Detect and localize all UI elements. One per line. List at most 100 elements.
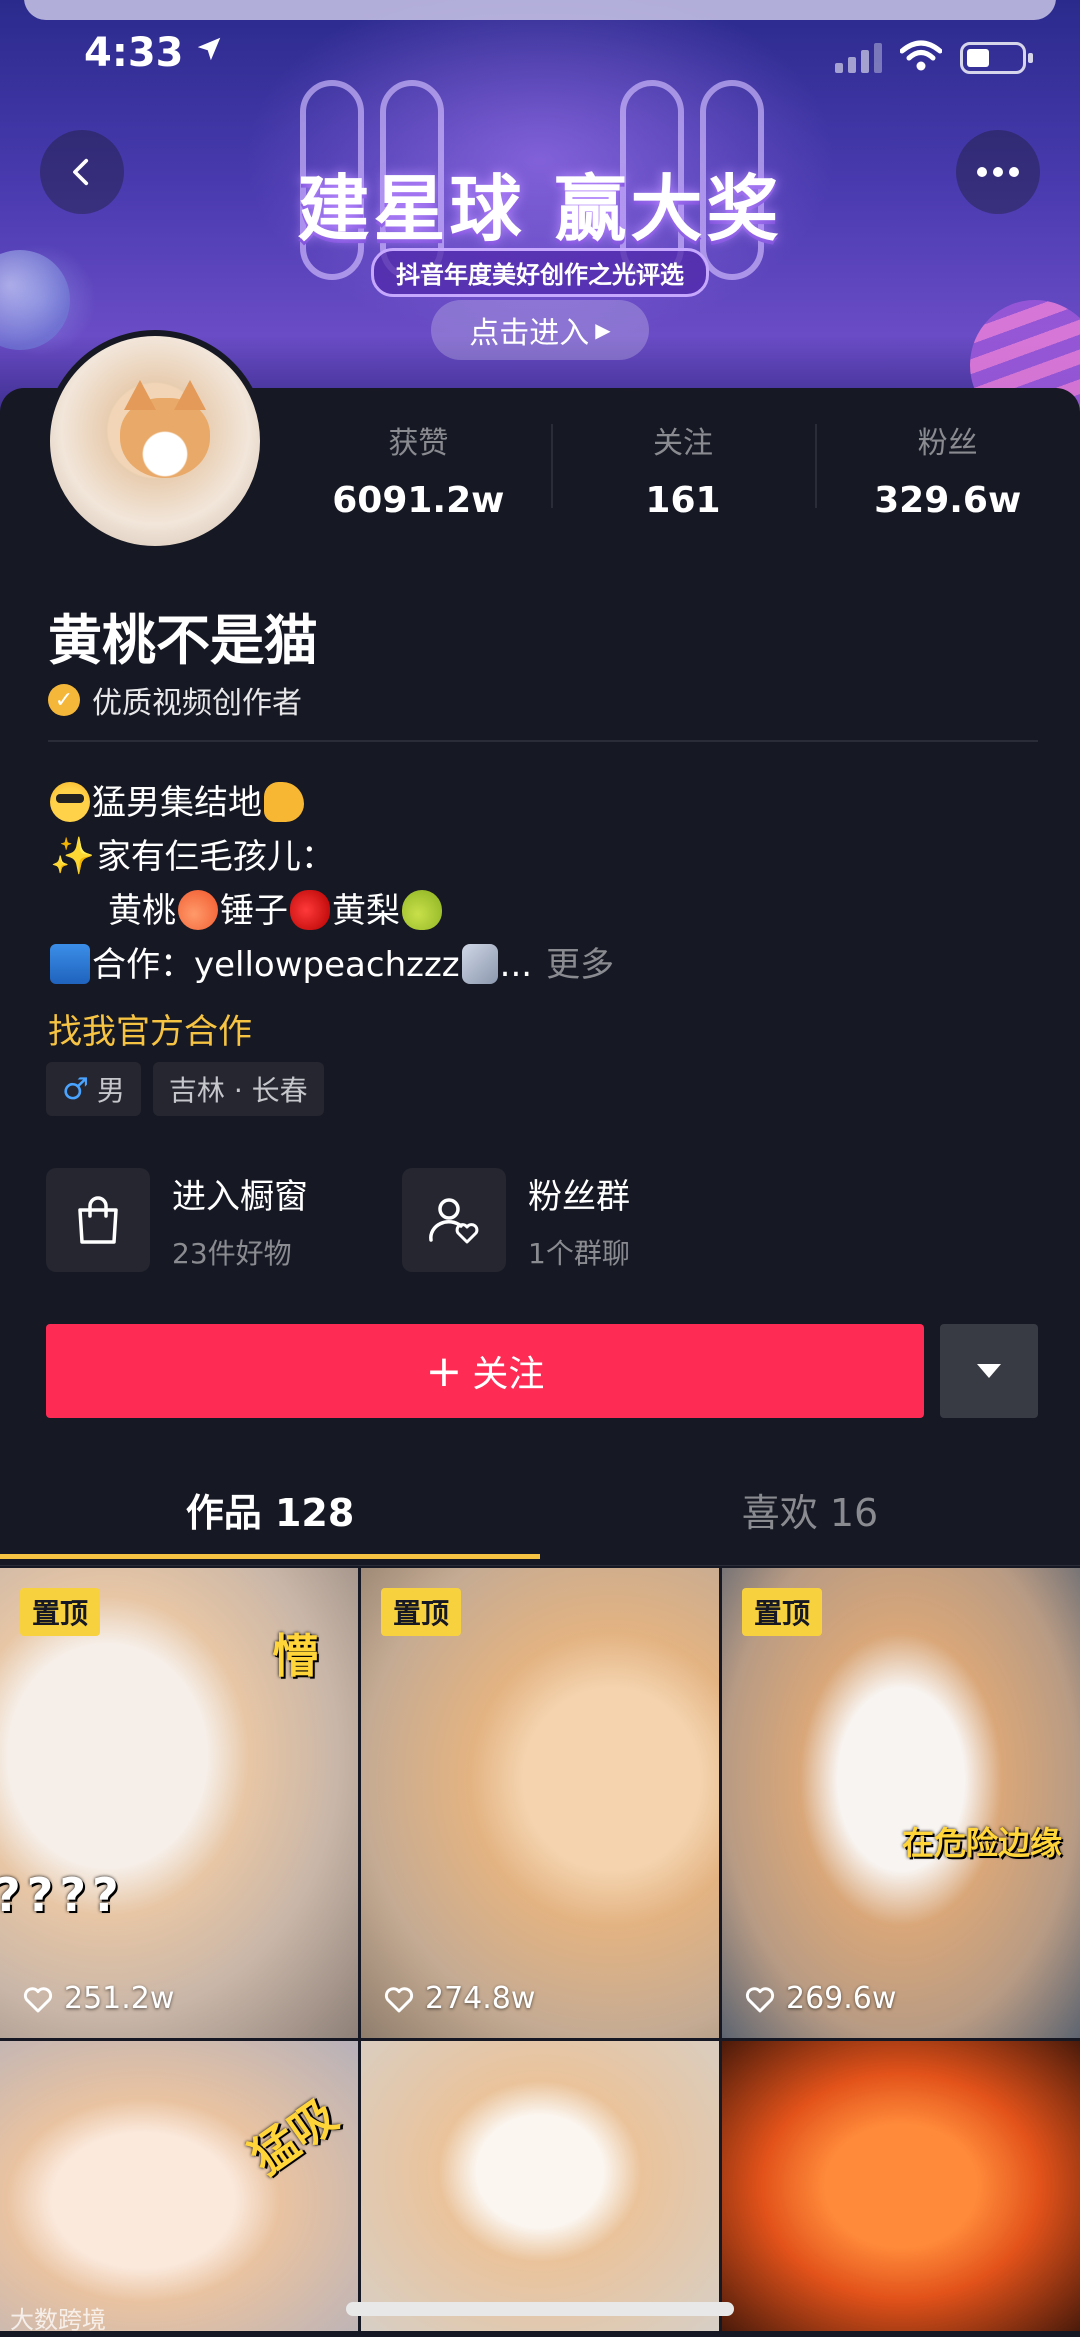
bio-line: 合作：yellowpeachzzz... 更多 [48, 938, 614, 992]
banner-enter-button[interactable]: 点击进入 ▶ [431, 300, 649, 360]
location-arrow-icon [194, 33, 224, 73]
fan-group-card[interactable]: 粉丝群 1个群聊 [402, 1168, 758, 1272]
status-time: 4:33 [84, 30, 224, 76]
stat-label: 粉丝 [917, 426, 978, 461]
follow-label: 关注 [472, 1354, 545, 1395]
stat-following[interactable]: 关注 161 [550, 418, 816, 521]
like-count: 251.2w [22, 1981, 174, 2016]
video-tile[interactable]: 猛吸 [0, 2041, 358, 2331]
bio-text: 猛男集结地 [92, 783, 262, 823]
pinned-badge: 置顶 [742, 1588, 823, 1636]
cat-avatar-image [120, 380, 210, 478]
like-count-value: 269.6w [786, 1981, 897, 2016]
gender-label: 男 [96, 1074, 125, 1107]
back-button[interactable] [40, 130, 124, 214]
video-tile[interactable]: 置顶 在危险边缘 269.6w [722, 1568, 1080, 2038]
video-tile[interactable]: 置顶 懵 ???? 251.2w [0, 1568, 358, 2038]
stat-value: 6091.2w [332, 480, 505, 521]
shop-window-card[interactable]: 进入橱窗 23件好物 [46, 1168, 402, 1272]
more-options-button[interactable] [956, 130, 1040, 214]
bio-ellipsis: ... [499, 945, 533, 985]
video-grid: 置顶 懵 ???? 251.2w 置顶 274.8w 置顶 在危险边缘 269.… [0, 1568, 1080, 2331]
play-arrow-icon: ▶ [595, 318, 611, 342]
pear-emoji-icon [402, 890, 442, 930]
group-heart-icon [402, 1168, 506, 1272]
gender-tag: ♂ 男 [46, 1062, 141, 1116]
bio-line: 猛男集结地 [48, 776, 614, 830]
stat-label: 关注 [653, 426, 713, 461]
card-title: 进入橱窗 [172, 1176, 308, 1217]
triangle-down-icon [977, 1364, 1001, 1378]
stat-followers[interactable]: 粉丝 329.6w [815, 418, 1080, 521]
heart-icon [384, 1986, 414, 2012]
bio-text: 合作：yellowpeachzzz [92, 945, 460, 985]
content-tabs: 作品 128 喜欢 16 [0, 1472, 1080, 1566]
video-tile[interactable] [722, 2041, 1080, 2331]
satellite-emoji-icon [461, 944, 498, 984]
bio-more-link[interactable]: 更多 [546, 945, 614, 985]
avatar[interactable] [44, 330, 266, 552]
peach-emoji-icon [178, 890, 218, 930]
sunglasses-emoji-icon [50, 782, 90, 822]
home-indicator[interactable] [346, 2302, 734, 2316]
video-tile[interactable]: 置顶 274.8w [361, 1568, 719, 2038]
card-subtitle: 1个群聊 [528, 1236, 630, 1270]
battery-icon [960, 42, 1033, 74]
male-icon: ♂ [62, 1071, 89, 1107]
verification-badge[interactable]: ✓ 优质视频创作者 [48, 678, 302, 722]
profile-bio: 猛男集结地 ✨家有仨毛孩儿： 黄桃 锤子 黄梨 合作：yellowpeachzzz.… [48, 776, 614, 992]
location-label: 吉林 · 长春 [168, 1074, 308, 1107]
bio-line: ✨家有仨毛孩儿： [48, 830, 614, 884]
video-caption: ???? [0, 1868, 125, 1922]
profile-stats: 获赞 6091.2w 关注 161 粉丝 329.6w [286, 418, 1080, 521]
like-count: 269.6w [744, 1981, 896, 2016]
like-count-value: 251.2w [64, 1981, 175, 2016]
profile-tags: ♂ 男 吉林 · 长春 [46, 1062, 324, 1116]
banner-title: 建星球 赢大奖 [297, 167, 783, 251]
watermark: 大数跨境 [10, 2306, 106, 2334]
recommend-dropdown-button[interactable] [940, 1324, 1038, 1418]
boxing-glove-emoji-icon [290, 890, 330, 930]
top-strip [24, 0, 1056, 20]
divider [48, 740, 1038, 742]
stat-likes[interactable]: 获赞 6091.2w [286, 418, 551, 521]
card-title: 粉丝群 [528, 1176, 630, 1217]
tab-works[interactable]: 作品 128 [0, 1472, 540, 1565]
card-subtitle: 23件好物 [172, 1236, 292, 1270]
cellular-signal-icon [835, 43, 882, 73]
mailbox-emoji-icon [50, 944, 90, 984]
banner-enter-label: 点击进入 [469, 316, 590, 351]
verification-label: 优质视频创作者 [92, 686, 302, 721]
video-caption: 猛吸 [240, 2087, 347, 2185]
bio-line: 黄桃 锤子 黄梨 [48, 884, 614, 938]
video-caption: 懵 [272, 1629, 318, 1683]
stat-value: 329.6w [874, 480, 1022, 521]
status-icons [835, 40, 1033, 76]
clock: 4:33 [84, 30, 184, 76]
pinned-badge: 置顶 [381, 1588, 462, 1636]
plus-icon: + [425, 1345, 463, 1397]
stat-value: 161 [645, 480, 721, 521]
sparkles-emoji-icon: ✨ [50, 836, 95, 877]
video-caption: 在危险边缘 [902, 1824, 1063, 1862]
follow-button[interactable]: + 关注 [46, 1324, 924, 1418]
shopping-bag-icon [46, 1168, 150, 1272]
check-badge-icon: ✓ [48, 684, 80, 716]
video-tile[interactable] [361, 2041, 719, 2331]
bio-text: 锤子 [220, 891, 288, 931]
planet-decoration-left [0, 250, 70, 350]
banner-subtitle: 抖音年度美好创作之光评选 [371, 248, 709, 297]
heart-icon [745, 1986, 775, 2012]
bio-text: 家有仨毛孩儿： [96, 837, 335, 877]
tab-likes[interactable]: 喜欢 16 [540, 1472, 1080, 1565]
like-count-value: 274.8w [425, 1981, 536, 2016]
muscle-emoji-icon [264, 782, 304, 822]
chevron-left-icon [73, 158, 89, 186]
bio-text: 黄梨 [332, 891, 400, 931]
pinned-badge: 置顶 [20, 1588, 101, 1636]
profile-name: 黄桃不是猫 [48, 609, 318, 672]
more-dots-icon [977, 167, 1019, 177]
official-cooperation-link[interactable]: 找我官方合作 [48, 1004, 252, 1053]
stat-label: 获赞 [388, 426, 449, 461]
wifi-icon [899, 40, 943, 76]
